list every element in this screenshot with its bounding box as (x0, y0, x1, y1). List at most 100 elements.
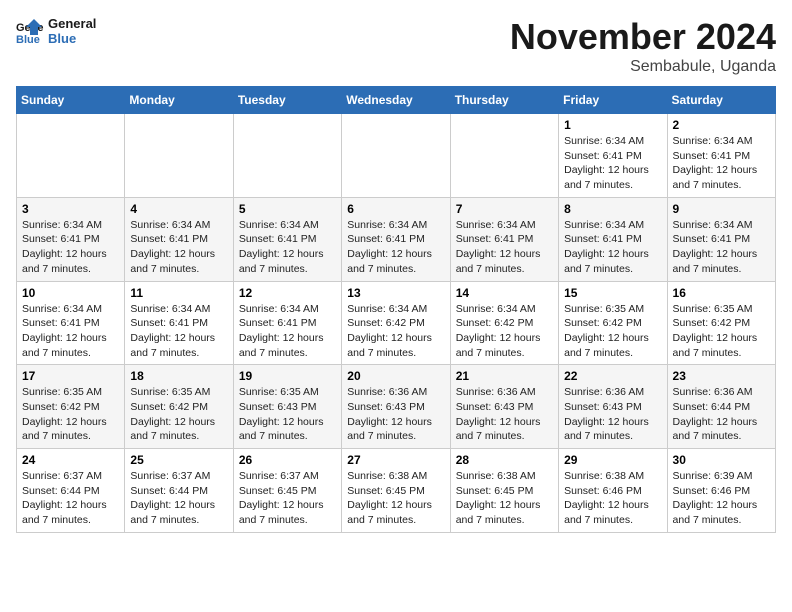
day-info: Sunrise: 6:34 AMSunset: 6:41 PMDaylight:… (239, 302, 336, 361)
day-cell: 15Sunrise: 6:35 AMSunset: 6:42 PMDayligh… (559, 281, 667, 365)
day-cell: 10 Sunrise: 6:34 AMSunset: 6:41 PMDayligh… (17, 281, 125, 365)
day-number: 1 (564, 118, 661, 132)
day-number: 9 (673, 202, 770, 216)
calendar-body: 1 Sunrise: 6:34 AMSunset: 6:41 PMDaylight… (17, 114, 776, 533)
day-number: 6 (347, 202, 444, 216)
day-cell: 27 Sunrise: 6:38 AMSunset: 6:45 PMDayligh… (342, 449, 450, 533)
day-number: 13 (347, 286, 444, 300)
day-cell (233, 114, 341, 198)
day-cell: 2Sunrise: 6:34 AMSunset: 6:41 PMDaylight… (667, 114, 775, 198)
day-info: Sunrise: 6:34 AMSunset: 6:41 PMDaylight:… (673, 218, 770, 277)
day-number: 23 (673, 369, 770, 383)
day-cell: 25 Sunrise: 6:37 AMSunset: 6:44 PMDayligh… (125, 449, 233, 533)
svg-text:Blue: Blue (16, 34, 40, 45)
day-info: Sunrise: 6:35 AMSunset: 6:42 PMDaylight:… (22, 385, 119, 444)
day-cell: 23 Sunrise: 6:36 AMSunset: 6:44 PMDayligh… (667, 365, 775, 449)
day-info: Sunrise: 6:34 AMSunset: 6:41 PMDaylight:… (130, 218, 227, 277)
day-info: Sunrise: 6:38 AMSunset: 6:45 PMDaylight:… (456, 469, 553, 528)
day-number: 7 (456, 202, 553, 216)
day-number: 21 (456, 369, 553, 383)
day-info: Sunrise: 6:36 AMSunset: 6:44 PMDaylight:… (673, 385, 770, 444)
day-cell: 9 Sunrise: 6:34 AMSunset: 6:41 PMDaylight… (667, 197, 775, 281)
day-info: Sunrise: 6:34 AMSunset: 6:41 PMDaylight:… (239, 218, 336, 277)
calendar-subtitle: Sembabule, Uganda (510, 58, 776, 76)
page-header: General Blue General Blue November 2024 … (16, 16, 776, 76)
col-header-sunday: Sunday (17, 87, 125, 114)
day-cell (17, 114, 125, 198)
day-info: Sunrise: 6:38 AMSunset: 6:46 PMDaylight:… (564, 469, 661, 528)
day-cell: 21 Sunrise: 6:36 AMSunset: 6:43 PMDayligh… (450, 365, 558, 449)
day-info: Sunrise: 6:37 AMSunset: 6:45 PMDaylight:… (239, 469, 336, 528)
day-info: Sunrise: 6:34 AMSunset: 6:42 PMDaylight:… (347, 302, 444, 361)
day-cell: 26 Sunrise: 6:37 AMSunset: 6:45 PMDayligh… (233, 449, 341, 533)
day-info: Sunrise: 6:34 AMSunset: 6:41 PMDaylight:… (456, 218, 553, 277)
calendar-table: SundayMondayTuesdayWednesdayThursdayFrid… (16, 86, 776, 533)
day-cell: 17Sunrise: 6:35 AMSunset: 6:42 PMDayligh… (17, 365, 125, 449)
day-info: Sunrise: 6:35 AMSunset: 6:42 PMDaylight:… (673, 302, 770, 361)
day-number: 20 (347, 369, 444, 383)
day-cell: 16 Sunrise: 6:35 AMSunset: 6:42 PMDayligh… (667, 281, 775, 365)
day-info: Sunrise: 6:34 AMSunset: 6:41 PMDaylight:… (22, 302, 119, 361)
day-info: Sunrise: 6:37 AMSunset: 6:44 PMDaylight:… (22, 469, 119, 528)
day-info: Sunrise: 6:34 AMSunset: 6:41 PMDaylight:… (564, 218, 661, 277)
day-number: 10 (22, 286, 119, 300)
day-info: Sunrise: 6:35 AMSunset: 6:42 PMDaylight:… (564, 302, 661, 361)
day-cell: 7 Sunrise: 6:34 AMSunset: 6:41 PMDaylight… (450, 197, 558, 281)
day-cell: 6 Sunrise: 6:34 AMSunset: 6:41 PMDaylight… (342, 197, 450, 281)
day-number: 26 (239, 453, 336, 467)
col-header-tuesday: Tuesday (233, 87, 341, 114)
day-cell: 22 Sunrise: 6:36 AMSunset: 6:43 PMDayligh… (559, 365, 667, 449)
logo-line2: Blue (48, 31, 96, 46)
day-number: 18 (130, 369, 227, 383)
day-info: Sunrise: 6:36 AMSunset: 6:43 PMDaylight:… (564, 385, 661, 444)
day-number: 27 (347, 453, 444, 467)
day-number: 3 (22, 202, 119, 216)
day-cell (342, 114, 450, 198)
day-number: 28 (456, 453, 553, 467)
day-number: 22 (564, 369, 661, 383)
col-header-thursday: Thursday (450, 87, 558, 114)
day-cell: 20 Sunrise: 6:36 AMSunset: 6:43 PMDayligh… (342, 365, 450, 449)
day-cell: 14 Sunrise: 6:34 AMSunset: 6:42 PMDayligh… (450, 281, 558, 365)
calendar-header: SundayMondayTuesdayWednesdayThursdayFrid… (17, 87, 776, 114)
day-cell: 30 Sunrise: 6:39 AMSunset: 6:46 PMDayligh… (667, 449, 775, 533)
day-number: 14 (456, 286, 553, 300)
day-cell (450, 114, 558, 198)
day-info: Sunrise: 6:36 AMSunset: 6:43 PMDaylight:… (456, 385, 553, 444)
day-info: Sunrise: 6:38 AMSunset: 6:45 PMDaylight:… (347, 469, 444, 528)
day-cell: 18 Sunrise: 6:35 AMSunset: 6:42 PMDayligh… (125, 365, 233, 449)
day-cell: 13 Sunrise: 6:34 AMSunset: 6:42 PMDayligh… (342, 281, 450, 365)
logo: General Blue General Blue (16, 16, 96, 46)
day-info: Sunrise: 6:34 AMSunset: 6:41 PMDaylight:… (673, 134, 770, 193)
week-row-5: 24Sunrise: 6:37 AMSunset: 6:44 PMDayligh… (17, 449, 776, 533)
day-number: 29 (564, 453, 661, 467)
logo-icon: General Blue (16, 17, 44, 45)
day-cell: 28 Sunrise: 6:38 AMSunset: 6:45 PMDayligh… (450, 449, 558, 533)
day-info: Sunrise: 6:39 AMSunset: 6:46 PMDaylight:… (673, 469, 770, 528)
day-cell (125, 114, 233, 198)
day-number: 16 (673, 286, 770, 300)
day-info: Sunrise: 6:34 AMSunset: 6:41 PMDaylight:… (347, 218, 444, 277)
day-info: Sunrise: 6:34 AMSunset: 6:41 PMDaylight:… (130, 302, 227, 361)
day-info: Sunrise: 6:34 AMSunset: 6:42 PMDaylight:… (456, 302, 553, 361)
day-number: 25 (130, 453, 227, 467)
week-row-2: 3 Sunrise: 6:34 AMSunset: 6:41 PMDaylight… (17, 197, 776, 281)
day-cell: 1Sunrise: 6:34 AMSunset: 6:41 PMDaylight… (559, 114, 667, 198)
week-row-3: 10 Sunrise: 6:34 AMSunset: 6:41 PMDayligh… (17, 281, 776, 365)
title-area: November 2024 Sembabule, Uganda (510, 16, 776, 76)
day-cell: 12 Sunrise: 6:34 AMSunset: 6:41 PMDayligh… (233, 281, 341, 365)
day-cell: 19Sunrise: 6:35 AMSunset: 6:43 PMDayligh… (233, 365, 341, 449)
day-cell: 24Sunrise: 6:37 AMSunset: 6:44 PMDayligh… (17, 449, 125, 533)
day-info: Sunrise: 6:35 AMSunset: 6:42 PMDaylight:… (130, 385, 227, 444)
day-cell: 29 Sunrise: 6:38 AMSunset: 6:46 PMDayligh… (559, 449, 667, 533)
calendar-title: November 2024 (510, 16, 776, 58)
col-header-friday: Friday (559, 87, 667, 114)
day-number: 19 (239, 369, 336, 383)
day-cell: 4 Sunrise: 6:34 AMSunset: 6:41 PMDaylight… (125, 197, 233, 281)
day-cell: 11Sunrise: 6:34 AMSunset: 6:41 PMDayligh… (125, 281, 233, 365)
day-number: 12 (239, 286, 336, 300)
day-number: 30 (673, 453, 770, 467)
day-info: Sunrise: 6:37 AMSunset: 6:44 PMDaylight:… (130, 469, 227, 528)
day-number: 4 (130, 202, 227, 216)
day-info: Sunrise: 6:36 AMSunset: 6:43 PMDaylight:… (347, 385, 444, 444)
